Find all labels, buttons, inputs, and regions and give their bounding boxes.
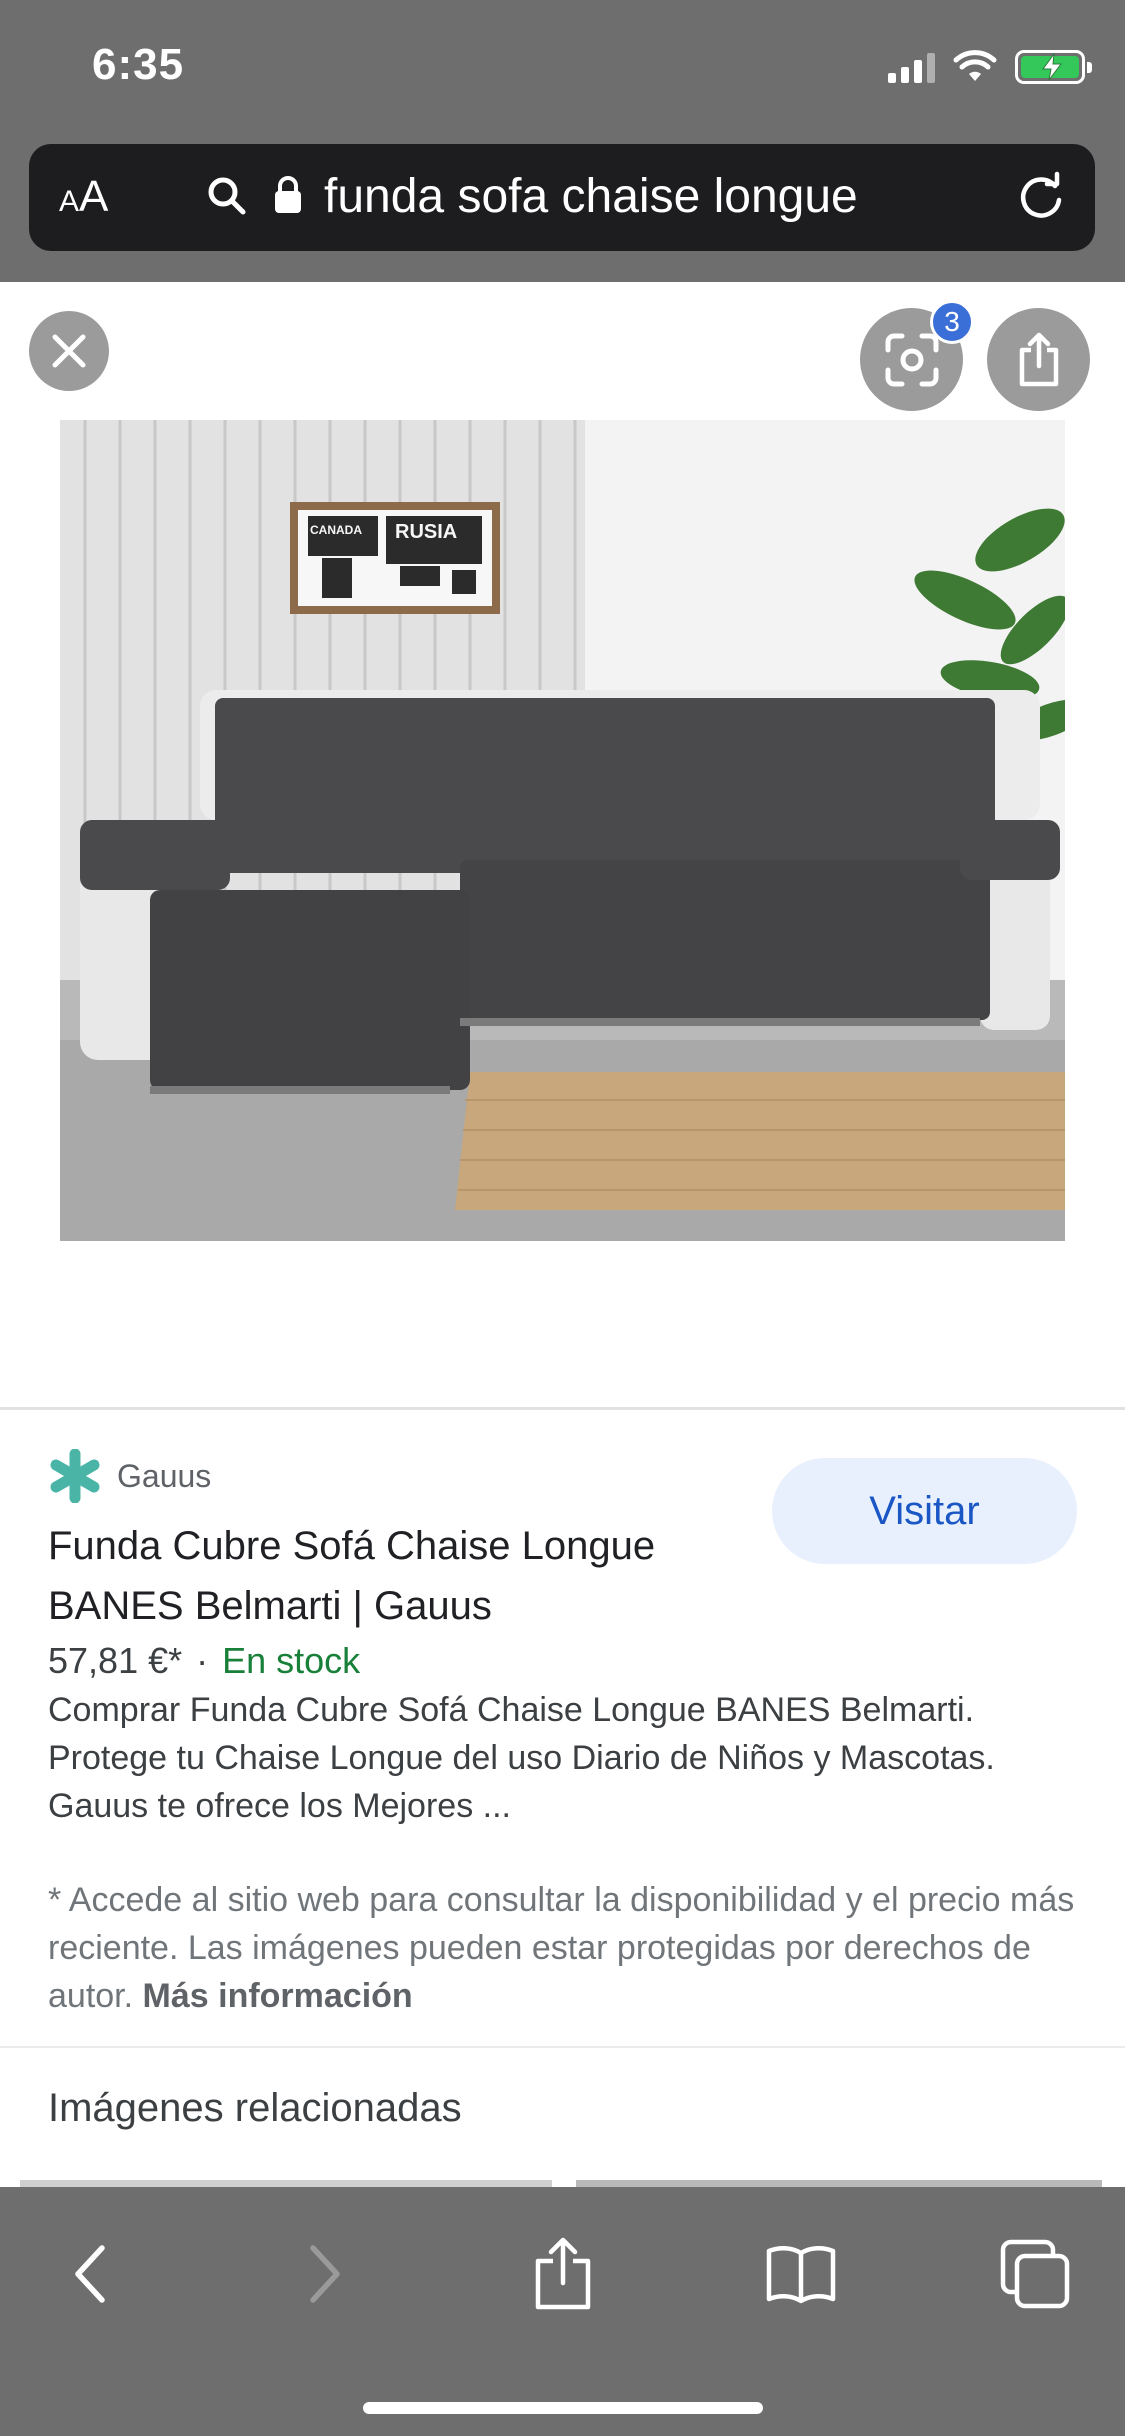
- visit-button[interactable]: Visitar: [772, 1458, 1077, 1564]
- divider: [0, 1407, 1125, 1410]
- share-icon: [535, 2237, 591, 2310]
- related-images-title: Imágenes relacionadas: [48, 2086, 462, 2130]
- sofa-photo: CANADA RUSIA: [60, 420, 1065, 1241]
- status-icons: [888, 50, 1092, 84]
- price: 57,81 €*: [48, 1640, 183, 1681]
- battery-icon: [1015, 50, 1092, 84]
- tabs-button[interactable]: [990, 2229, 1080, 2319]
- tabs-icon: [1000, 2239, 1070, 2309]
- back-icon: [75, 2245, 105, 2303]
- browser-top-chrome: 6:35 AA funda sofa chaise longue: [0, 0, 1125, 282]
- forward-icon: [310, 2245, 340, 2303]
- bookmarks-button[interactable]: [756, 2229, 846, 2319]
- close-button[interactable]: [29, 311, 109, 391]
- home-indicator: [363, 2402, 763, 2414]
- result-description: Comprar Funda Cubre Sofá Chaise Longue B…: [48, 1691, 995, 1825]
- gauus-logo-icon: [50, 1449, 100, 1503]
- status-time: 6:35: [92, 40, 185, 89]
- divider: [0, 2046, 1125, 2048]
- stock-status: En stock: [222, 1640, 361, 1681]
- share-toolbar-button[interactable]: [518, 2229, 608, 2319]
- reload-icon[interactable]: [1013, 168, 1071, 226]
- price-row: 57,81 €* · En stock: [48, 1640, 360, 1682]
- map-word-1: CANADA: [310, 523, 362, 537]
- search-icon: [208, 177, 246, 215]
- lock-icon: [275, 176, 301, 213]
- lens-badge: 3: [930, 300, 974, 344]
- separator-dot: ·: [196, 1640, 209, 1681]
- result-title[interactable]: Funda Cubre Sofá Chaise Longue BANES Bel…: [48, 1516, 748, 1636]
- text-size-button[interactable]: AA: [59, 172, 108, 222]
- product-image[interactable]: CANADA RUSIA: [60, 420, 1065, 1241]
- cellular-signal-icon: [888, 51, 935, 83]
- map-word-2: RUSIA: [395, 521, 457, 543]
- share-button[interactable]: [987, 308, 1090, 411]
- address-bar[interactable]: AA funda sofa chaise longue: [29, 144, 1095, 251]
- close-icon: [52, 334, 86, 368]
- share-icon: [1019, 332, 1058, 386]
- bookmarks-icon: [766, 2246, 836, 2304]
- disclaimer: * Accede al sitio web para consultar la …: [48, 1876, 1088, 2020]
- browser-bottom-toolbar: [0, 2187, 1125, 2436]
- source-name[interactable]: Gauus: [117, 1458, 211, 1495]
- forward-button[interactable]: [280, 2229, 370, 2319]
- address-text[interactable]: funda sofa chaise longue: [324, 169, 858, 224]
- back-button[interactable]: [45, 2229, 135, 2319]
- lens-icon: [885, 333, 938, 386]
- wifi-icon: [953, 50, 997, 81]
- more-info-link[interactable]: Más información: [143, 1977, 413, 2015]
